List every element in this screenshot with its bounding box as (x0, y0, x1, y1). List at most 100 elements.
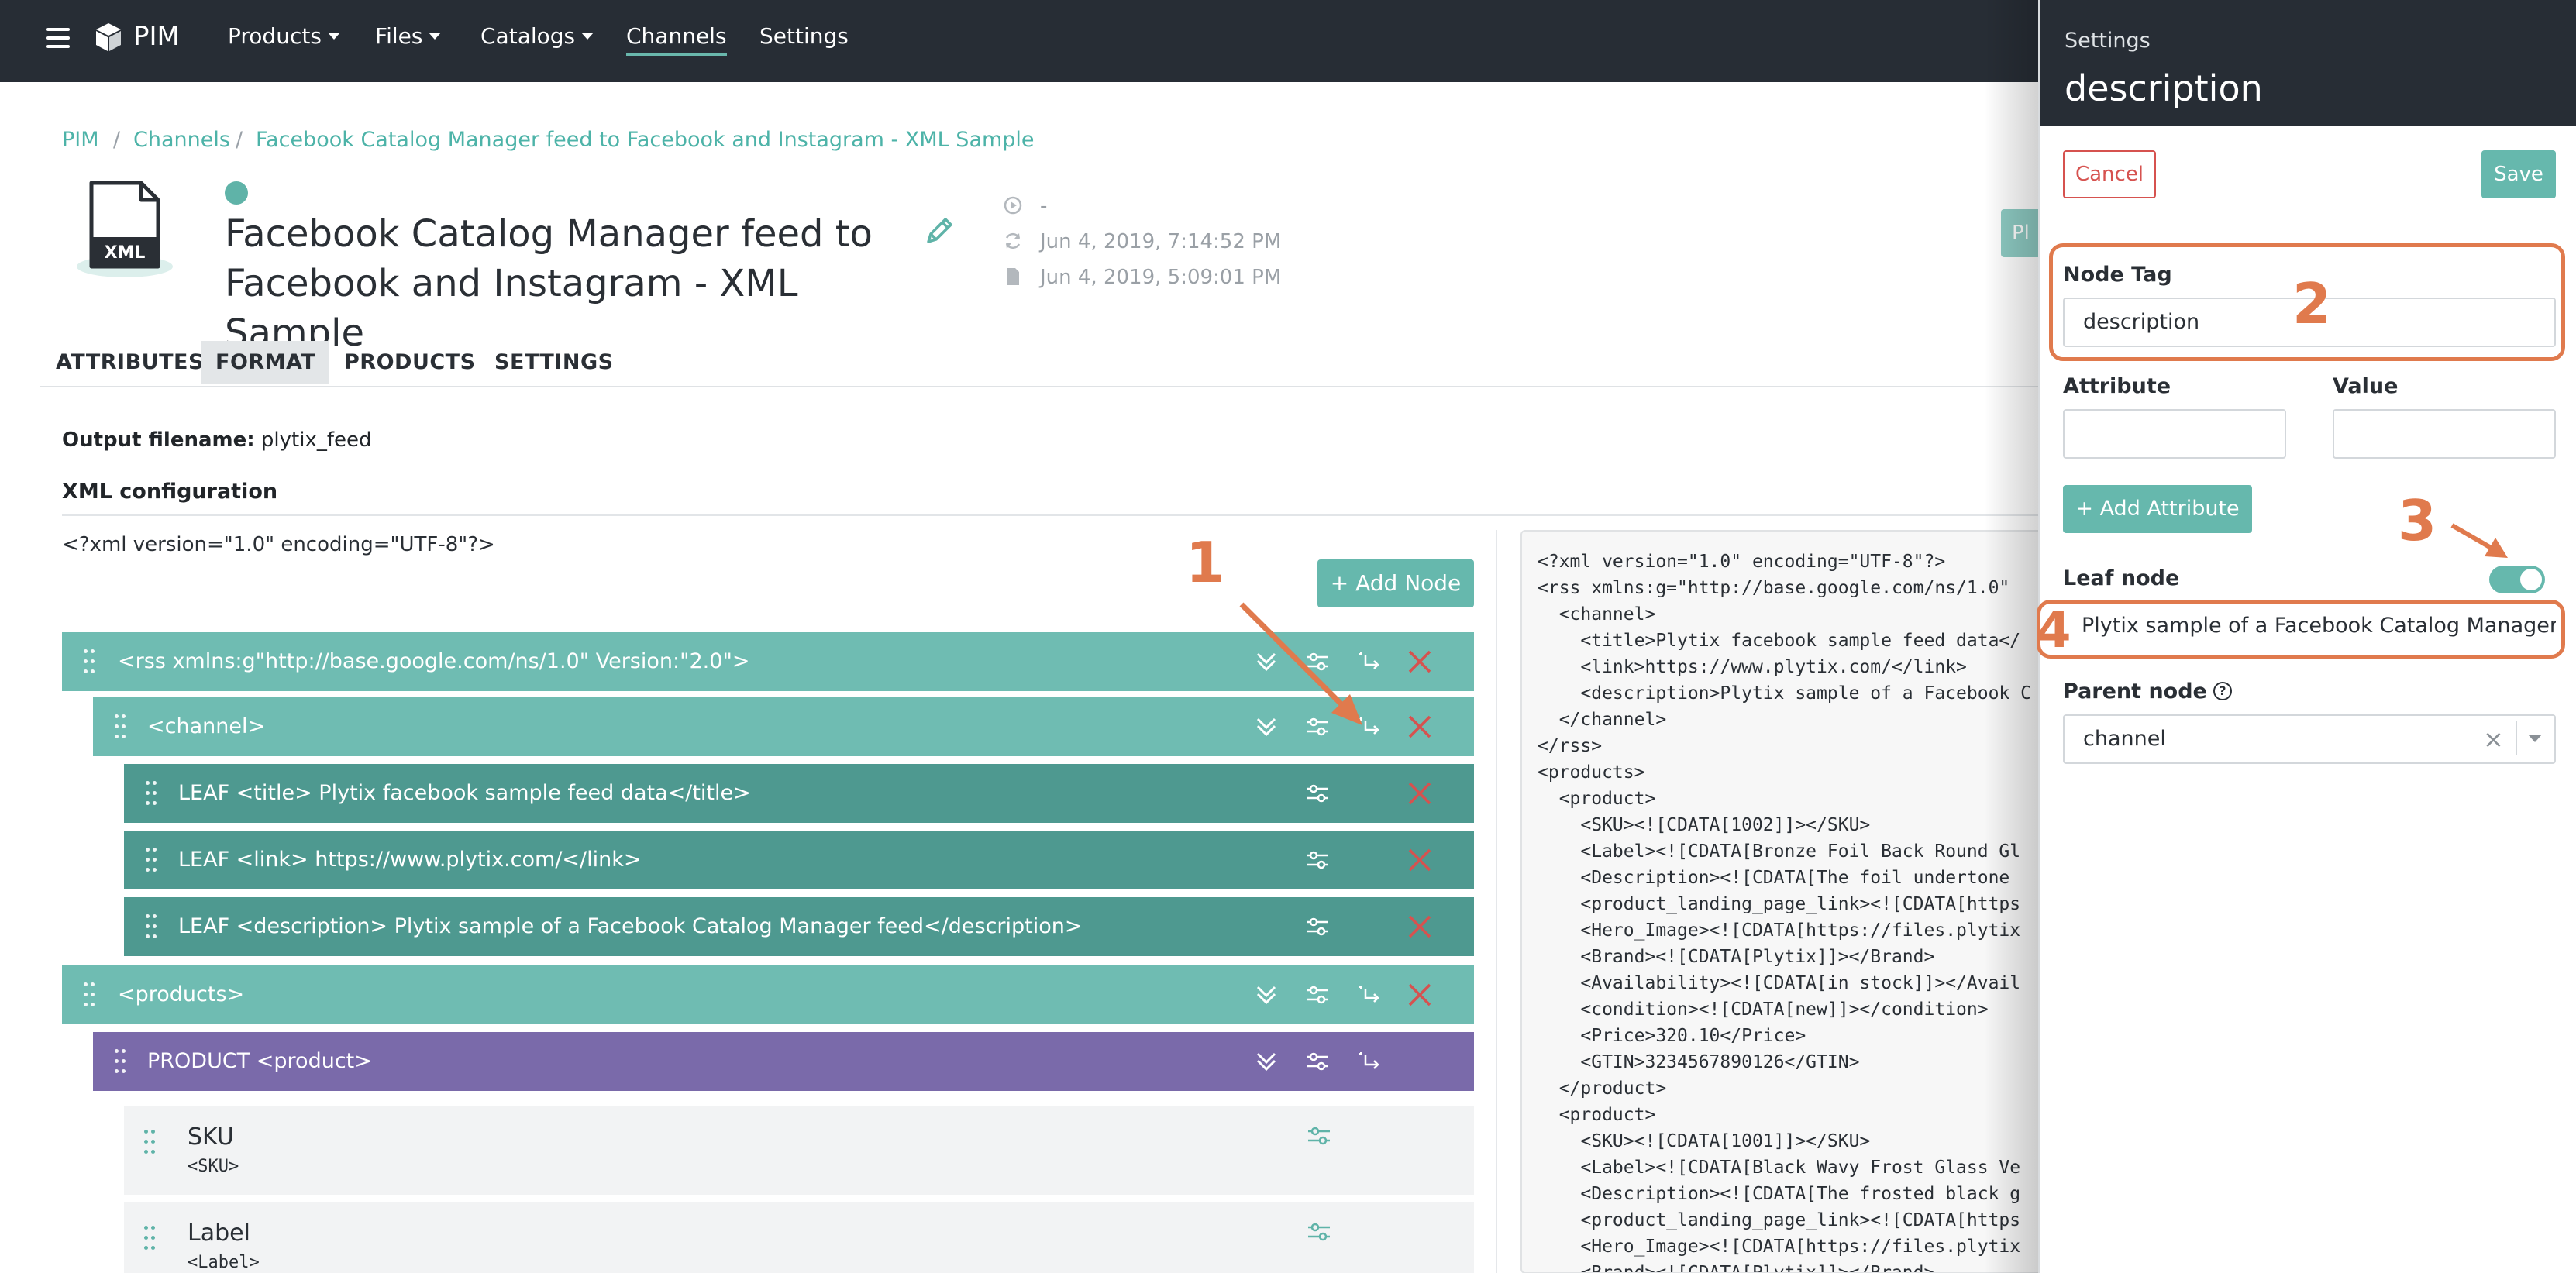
node-leaf-description[interactable]: LEAF <description> Plytix sample of a Fa… (124, 897, 1474, 956)
sliders-settings-icon[interactable] (1303, 779, 1331, 807)
settings-panel-header: Settings description (2040, 0, 2576, 126)
nav-catalogs[interactable]: Catalogs (480, 22, 594, 50)
nav-files-label: Files (375, 23, 423, 49)
node-channel-label: <channel> (147, 714, 266, 738)
drag-handle-icon[interactable] (146, 914, 157, 939)
annotation-arrow-icon (2450, 523, 2508, 558)
question-circle-icon[interactable]: ? (2213, 681, 2232, 700)
cube-logo-icon (96, 23, 121, 51)
sliders-settings-icon[interactable] (1305, 1122, 1333, 1150)
drag-handle-icon[interactable] (146, 848, 157, 872)
brand-name[interactable]: PIM (133, 19, 180, 53)
xml-declaration: <?xml version="1.0" encoding="UTF-8"?> (62, 533, 495, 556)
drag-handle-icon[interactable] (84, 649, 95, 674)
hamburger-menu-icon[interactable] (46, 28, 70, 48)
annotation-arrow-icon (1239, 602, 1362, 725)
value-input[interactable] (2333, 409, 2556, 459)
add-attribute-button[interactable]: + Add Attribute (2063, 485, 2252, 533)
pencil-edit-icon[interactable] (922, 214, 956, 248)
value-label: Value (2333, 374, 2399, 398)
sliders-settings-icon[interactable] (1303, 981, 1331, 1009)
xml-preview-line: <Price>320.10</Price> (1538, 1026, 1806, 1046)
page-title: Facebook Catalog Manager feed to Faceboo… (225, 212, 873, 355)
annotation-number: 2 (2292, 271, 2332, 336)
tab-format[interactable]: FORMAT (201, 341, 330, 384)
node-leaf-title[interactable]: LEAF <title> Plytix facebook sample feed… (124, 764, 1474, 823)
xml-preview-line: <Description><![CDATA[The frosted black … (1538, 1184, 2021, 1204)
tab-settings[interactable]: SETTINGS (480, 341, 628, 384)
drag-handle-icon[interactable] (144, 1226, 155, 1251)
drag-handle-icon[interactable] (84, 982, 95, 1007)
field-tag: <SKU> (188, 1157, 239, 1176)
nav-channels-label: Channels (626, 23, 727, 49)
sliders-settings-icon[interactable] (1303, 913, 1331, 941)
field-row-sku[interactable]: SKU <SKU> (124, 1106, 1474, 1195)
nav-files[interactable]: Files (375, 22, 442, 50)
nav-products-label: Products (228, 23, 322, 49)
attribute-input[interactable] (2063, 409, 2286, 459)
field-tag: <Label> (188, 1253, 260, 1272)
refresh-icon (1005, 232, 1021, 249)
xml-preview-line: <title>Plytix facebook sample feed data<… (1538, 631, 2021, 651)
breadcrumb-current-channel[interactable]: Facebook Catalog Manager feed to Faceboo… (256, 127, 1035, 153)
xml-preview-line: <Availability><![CDATA[in stock]]></Avai… (1538, 973, 2021, 993)
tab-attributes[interactable]: ATTRIBUTES (42, 341, 218, 384)
breadcrumb-channels[interactable]: Channels (133, 127, 230, 153)
xml-preview-line: <product_landing_page_link><![CDATA[http… (1538, 894, 2021, 914)
clear-x-icon[interactable]: × (2483, 724, 2504, 755)
node-product[interactable]: PRODUCT <product> (93, 1032, 1474, 1091)
delete-x-icon[interactable] (1406, 779, 1434, 807)
xml-preview-line: <SKU><![CDATA[1001]]></SKU> (1538, 1131, 1871, 1151)
nav-settings[interactable]: Settings (759, 22, 849, 50)
field-row-label[interactable]: Label <Label> (124, 1202, 1474, 1273)
nav-products[interactable]: Products (228, 22, 340, 50)
nav-catalogs-label: Catalogs (480, 23, 576, 49)
tab-products[interactable]: PRODUCTS (330, 341, 490, 384)
annotation-number: 3 (2398, 488, 2437, 553)
drag-handle-icon[interactable] (146, 781, 157, 806)
drag-handle-icon[interactable] (115, 1049, 126, 1074)
chevron-down-icon (327, 32, 340, 40)
sliders-settings-icon[interactable] (1303, 1048, 1331, 1075)
node-leaf-title-label: LEAF <title> Plytix facebook sample feed… (178, 781, 751, 805)
parent-node-label: Parent node? (2063, 679, 2232, 705)
status-dot (225, 181, 248, 205)
meta-updated-value: Jun 4, 2019, 7:14:52 PM (1040, 230, 1282, 253)
sliders-settings-icon[interactable] (1303, 846, 1331, 874)
xml-preview-line: </channel> (1538, 710, 1667, 730)
delete-x-icon[interactable] (1406, 913, 1434, 941)
leaf-node-toggle[interactable] (2489, 566, 2545, 593)
node-leaf-link[interactable]: LEAF <link> https://www.plytix.com/</lin… (124, 831, 1474, 889)
meta-created-value: Jun 4, 2019, 5:09:01 PM (1040, 266, 1282, 289)
field-name: Label (188, 1220, 250, 1247)
section-divider (62, 514, 2038, 516)
xml-preview-line: <products> (1538, 762, 1645, 783)
nav-channels[interactable]: Channels (626, 22, 727, 56)
breadcrumb-pim[interactable]: PIM (62, 127, 99, 153)
annotation-highlight-box (2037, 600, 2565, 659)
chevron-down-icon (581, 32, 594, 40)
sliders-settings-icon[interactable] (1305, 1218, 1333, 1246)
annotation-number: 1 (1186, 530, 1225, 595)
output-filename-value: plytix_feed (260, 428, 372, 452)
xml-file-icon-label: XML (104, 243, 146, 263)
save-button[interactable]: Save (2481, 150, 2556, 198)
xml-preview-line: <channel> (1538, 604, 1656, 624)
delete-x-icon[interactable] (1406, 846, 1434, 874)
delete-x-icon[interactable] (1406, 981, 1434, 1009)
chevron-down-icon[interactable] (2528, 735, 2542, 742)
parent-node-select[interactable]: channel (2063, 714, 2556, 764)
preview-divider (1496, 530, 1497, 1273)
drag-handle-icon[interactable] (144, 1130, 155, 1154)
xml-preview-line: </rss> (1538, 736, 1603, 756)
cancel-button[interactable]: Cancel (2063, 150, 2156, 198)
collapse-chevron-icon[interactable] (1252, 981, 1280, 1009)
drag-handle-icon[interactable] (115, 714, 126, 739)
delete-x-icon[interactable] (1406, 713, 1434, 741)
collapse-chevron-icon[interactable] (1252, 1048, 1280, 1075)
add-child-node-icon[interactable] (1355, 1048, 1383, 1075)
add-child-node-icon[interactable] (1355, 981, 1383, 1009)
node-products[interactable]: <products> (62, 965, 1474, 1024)
delete-x-icon[interactable] (1406, 648, 1434, 676)
play-circle-icon (1004, 196, 1022, 215)
